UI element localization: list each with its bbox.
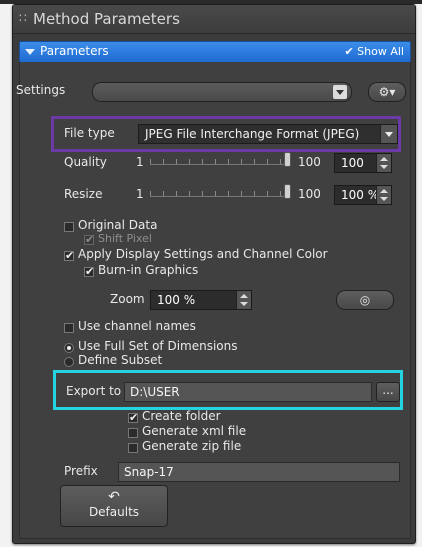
quality-label: Quality	[64, 155, 107, 169]
zoom-label: Zoom	[110, 292, 145, 306]
resize-min: 1	[136, 187, 144, 201]
apply-display-label: Apply Display Settings and Channel Color	[78, 247, 328, 261]
browse-label: ...	[382, 383, 394, 397]
use-full-set-radio[interactable]	[64, 343, 74, 353]
create-folder-checkbox[interactable]	[128, 411, 138, 424]
prefix-label: Prefix	[64, 464, 98, 478]
collapse-caret-icon[interactable]	[25, 49, 35, 55]
zoom-value: 100 %	[157, 293, 196, 307]
settings-gear-button[interactable]: ⚙▾	[368, 82, 406, 102]
file-type-label: File type	[64, 126, 115, 140]
settings-label: Settings	[16, 83, 66, 97]
app-frame: ∷ Method Parameters Parameters ✔ Show Al…	[0, 0, 422, 547]
parameters-section-header[interactable]: Parameters ✔ Show All	[19, 41, 411, 63]
quality-slider[interactable]	[150, 152, 291, 167]
zoom-reset-button[interactable]: ◎	[336, 290, 394, 310]
generate-zip-checkbox[interactable]	[128, 443, 138, 453]
section-title: Parameters	[40, 44, 109, 58]
resize-value: 100 %	[341, 188, 380, 202]
show-all-toggle[interactable]: ✔ Show All	[344, 45, 404, 58]
prefix-field[interactable]: Snap-17	[118, 462, 400, 482]
quality-slider-ticks	[150, 159, 290, 164]
browse-button[interactable]: ...	[376, 382, 400, 402]
define-subset-radio[interactable]	[64, 357, 74, 367]
create-folder-label: Create folder	[142, 409, 221, 423]
define-subset-label: Define Subset	[78, 353, 163, 367]
resize-value-field[interactable]: 100 %	[334, 185, 392, 205]
defaults-button[interactable]: ↶ Defaults	[60, 485, 168, 527]
use-channel-names-label: Use channel names	[78, 319, 196, 333]
target-icon: ◎	[359, 293, 371, 307]
file-type-value: JPEG File Interchange Format (JPEG)	[145, 127, 360, 141]
resize-spinner[interactable]	[376, 186, 391, 204]
quality-slider-thumb[interactable]	[284, 152, 291, 167]
quality-max: 100	[298, 155, 321, 169]
file-type-select[interactable]: JPEG File Interchange Format (JPEG)	[138, 124, 398, 144]
undo-icon: ↶	[108, 489, 120, 505]
burn-in-label: Burn-in Graphics	[98, 263, 199, 277]
parameters-content: Settings ⚙▾ File type JPEG File Intercha…	[16, 62, 411, 539]
show-all-label: Show All	[357, 45, 404, 58]
use-full-set-label: Use Full Set of Dimensions	[78, 339, 238, 353]
panel-title-bar[interactable]: ∷ Method Parameters	[13, 5, 415, 34]
apply-display-checkbox[interactable]	[64, 249, 74, 262]
export-path-field[interactable]: D:\USER	[124, 382, 372, 402]
prefix-value: Snap-17	[124, 465, 174, 479]
generate-zip-label: Generate zip file	[142, 439, 242, 453]
chevron-down-icon	[333, 85, 347, 99]
original-data-checkbox[interactable]	[64, 222, 74, 232]
resize-slider-thumb[interactable]	[284, 184, 291, 199]
shift-pixel-checkbox[interactable]	[84, 233, 94, 246]
use-channel-names-checkbox[interactable]	[64, 323, 74, 333]
chevron-down-icon	[380, 125, 397, 143]
export-to-label: Export to	[66, 384, 122, 398]
quality-value-field[interactable]: 100	[334, 153, 392, 173]
burn-in-checkbox[interactable]	[84, 265, 94, 278]
generate-xml-label: Generate xml file	[142, 424, 247, 438]
shift-pixel-label: Shift Pixel	[98, 232, 152, 245]
resize-max: 100	[298, 187, 321, 201]
export-path-value: D:\USER	[130, 385, 180, 399]
zoom-spinner[interactable]	[236, 291, 251, 309]
drag-grip-icon[interactable]: ∷	[19, 11, 27, 25]
zoom-field[interactable]: 100 %	[150, 290, 252, 310]
defaults-label: Defaults	[88, 505, 140, 519]
method-parameters-panel: ∷ Method Parameters Parameters ✔ Show Al…	[12, 4, 416, 544]
resize-slider[interactable]	[150, 184, 291, 199]
generate-xml-checkbox[interactable]	[128, 428, 138, 438]
quality-value: 100	[341, 156, 364, 170]
settings-dropdown[interactable]	[92, 82, 352, 102]
original-data-label: Original Data	[78, 218, 158, 232]
quality-spinner[interactable]	[376, 154, 391, 172]
quality-min: 1	[136, 155, 144, 169]
gear-icon: ⚙▾	[378, 85, 396, 99]
resize-label: Resize	[64, 187, 103, 201]
resize-slider-ticks	[150, 191, 290, 196]
panel-title: Method Parameters	[33, 10, 180, 28]
